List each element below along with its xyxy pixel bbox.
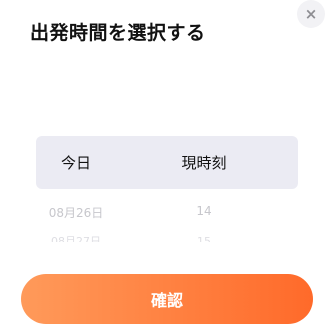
time-picker-selected[interactable]: 現時刻 [154,152,254,173]
sheet-title: 出発時間を選択する [30,22,206,44]
date-picker-option[interactable]: 08月27日 [26,235,126,242]
date-picker-selected[interactable]: 今日 [26,152,126,173]
close-icon: × [304,5,318,23]
time-picker-sheet: 出発時間を選択する × 今日 現時刻 08月26日 14 08月27日 15 確… [0,0,333,328]
time-picker-option[interactable]: 15 [154,235,254,242]
confirm-button[interactable]: 確認 [21,274,313,324]
close-button[interactable]: × [297,0,325,28]
time-picker-option[interactable]: 14 [154,204,254,218]
confirm-button-label: 確認 [150,291,183,310]
date-picker-option[interactable]: 08月26日 [26,204,126,221]
